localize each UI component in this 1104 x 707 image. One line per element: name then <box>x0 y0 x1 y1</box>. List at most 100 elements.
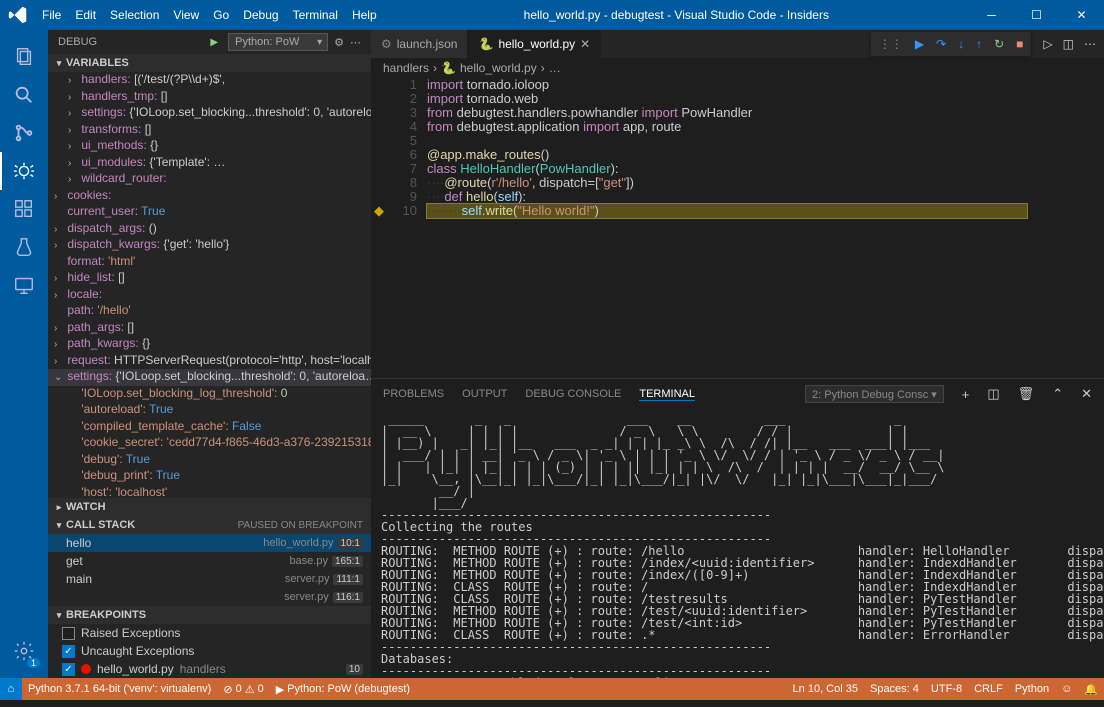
variable-row[interactable]: › wildcard_router: <box>48 171 371 188</box>
test-icon[interactable] <box>0 228 48 266</box>
editor-content[interactable]: import tornado.ioloop import tornado.web… <box>427 78 1104 378</box>
close-panel-icon[interactable]: ✕ <box>1081 386 1092 402</box>
variable-row[interactable]: current_user: True <box>48 204 371 221</box>
menu-selection[interactable]: Selection <box>103 8 166 22</box>
menu-help[interactable]: Help <box>345 8 384 22</box>
variable-row[interactable]: › ui_methods: {} <box>48 138 371 155</box>
breakpoint-file[interactable]: ✓hello_world.pyhandlers10 <box>48 660 371 678</box>
variable-row[interactable]: › ui_modules: {'Template': … <box>48 155 371 172</box>
variable-row[interactable]: › cookies: <box>48 188 371 205</box>
menu-file[interactable]: File <box>35 8 68 22</box>
step-over-icon[interactable]: ↷ <box>936 37 946 51</box>
panel-tab-debug-console[interactable]: DEBUG CONSOLE <box>525 388 621 400</box>
trash-icon[interactable]: 🗑 <box>1018 386 1035 402</box>
status-problems[interactable]: ⊘0⚠0 <box>217 683 269 696</box>
explorer-icon[interactable] <box>0 38 48 76</box>
new-terminal-icon[interactable]: + <box>962 387 970 402</box>
callstack-frame[interactable]: server.py116:1 <box>48 588 371 606</box>
scm-icon[interactable] <box>0 114 48 152</box>
maximize-panel-icon[interactable]: ⌃ <box>1052 386 1063 402</box>
variable-row[interactable]: › locale: <box>48 287 371 304</box>
continue-icon[interactable]: ▶ <box>915 37 924 51</box>
variable-row[interactable]: › handlers: [('/test/(?P\\d+)$', <box>48 72 371 89</box>
feedback-icon[interactable]: ☺ <box>1055 683 1078 695</box>
panel-tab-problems[interactable]: PROBLEMS <box>383 388 444 400</box>
variable-row[interactable]: › dispatch_kwargs: {'get': 'hello'} <box>48 237 371 254</box>
close-tab-icon[interactable]: ✕ <box>580 37 590 51</box>
callstack-frame[interactable]: hellohello_world.py10:1 <box>48 534 371 552</box>
variable-row[interactable]: 'debug_print': True <box>48 468 371 485</box>
terminal-select[interactable]: 2: Python Debug Consc ▾ <box>805 385 944 403</box>
panel-tab-output[interactable]: OUTPUT <box>462 388 507 400</box>
variable-row[interactable]: › settings: {'IOLoop.set_blocking...thre… <box>48 105 371 122</box>
maximize-icon[interactable]: ☐ <box>1014 8 1059 22</box>
menu-go[interactable]: Go <box>206 8 236 22</box>
split-icon[interactable]: ◫ <box>1063 37 1074 51</box>
gear-icon[interactable]: ⚙ <box>334 36 344 49</box>
extensions-icon[interactable] <box>0 190 48 228</box>
callstack-section[interactable]: CALL STACK <box>66 519 238 531</box>
start-debug-icon[interactable]: ▶ <box>210 37 218 48</box>
variable-row[interactable]: 'debug': True <box>48 452 371 469</box>
debug-icon[interactable] <box>0 152 48 190</box>
breakpoint-uncaught[interactable]: ✓Uncaught Exceptions <box>48 642 371 660</box>
remote-icon[interactable] <box>0 266 48 304</box>
terminal-output[interactable]: _____ _ _ ___ __ ___ _ | __ \ | | | | / … <box>371 409 1104 678</box>
menu-terminal[interactable]: Terminal <box>286 8 345 22</box>
split-terminal-icon[interactable]: ◫ <box>987 386 999 402</box>
stop-icon[interactable]: ■ <box>1016 37 1023 51</box>
menu-debug[interactable]: Debug <box>236 8 285 22</box>
variable-row[interactable]: 'compiled_template_cache': False <box>48 419 371 436</box>
variable-row[interactable]: › path_kwargs: {} <box>48 336 371 353</box>
expand-icon[interactable]: ▸ <box>52 502 66 513</box>
tab-launch-json[interactable]: ⚙launch.json <box>371 30 468 58</box>
variables-section[interactable]: VARIABLES <box>66 57 371 69</box>
status-python[interactable]: Python 3.7.1 64-bit ('venv': virtualenv) <box>22 683 217 695</box>
more-icon[interactable]: ⋯ <box>1084 37 1096 51</box>
remote-status-icon[interactable]: ⌂ <box>0 678 22 700</box>
variable-row[interactable]: › transforms: [] <box>48 122 371 139</box>
collapse-icon[interactable]: ▾ <box>52 610 66 621</box>
status-ln[interactable]: Ln 10, Col 35 <box>787 683 864 695</box>
status-debug[interactable]: ▶Python: PoW (debugtest) <box>270 683 416 696</box>
close-icon[interactable]: ✕ <box>1059 8 1104 22</box>
status-eol[interactable]: CRLF <box>968 683 1009 695</box>
variable-row[interactable]: › hide_list: [] <box>48 270 371 287</box>
tab-hello_world-py[interactable]: 🐍hello_world.py✕ <box>468 30 601 58</box>
step-into-icon[interactable]: ↓ <box>958 37 964 51</box>
variable-row[interactable]: 'autoreload': True <box>48 402 371 419</box>
variable-row[interactable]: › path_args: [] <box>48 320 371 337</box>
variable-row[interactable]: › dispatch_args: () <box>48 221 371 238</box>
breakpoint-raised[interactable]: Raised Exceptions <box>48 624 371 642</box>
variable-row[interactable]: path: '/hello' <box>48 303 371 320</box>
menu-view[interactable]: View <box>166 8 206 22</box>
variable-row[interactable]: › handlers_tmp: [] <box>48 89 371 106</box>
variable-row[interactable]: 'IOLoop.set_blocking_log_threshold': 0 <box>48 386 371 403</box>
menu-edit[interactable]: Edit <box>68 8 103 22</box>
status-enc[interactable]: UTF-8 <box>925 683 968 695</box>
variable-row[interactable]: 'host': 'localhost' <box>48 485 371 499</box>
step-out-icon[interactable]: ↑ <box>976 37 982 51</box>
collapse-icon[interactable]: ▾ <box>52 520 66 531</box>
restart-icon[interactable]: ↻ <box>994 37 1004 51</box>
callstack-frame[interactable]: getbase.py165:1 <box>48 552 371 570</box>
gear-icon[interactable]: 1 <box>0 632 48 670</box>
variable-row[interactable]: 'cookie_secret': 'cedd77d4-f865-46d3-a37… <box>48 435 371 452</box>
variable-row[interactable]: format: 'html' <box>48 254 371 271</box>
breadcrumb[interactable]: handlers› 🐍hello_world.py› … <box>371 58 1104 78</box>
panel-tab-terminal[interactable]: TERMINAL <box>639 388 695 401</box>
status-lang[interactable]: Python <box>1009 683 1055 695</box>
search-icon[interactable] <box>0 76 48 114</box>
watch-section[interactable]: WATCH <box>66 501 371 513</box>
debug-config-select[interactable]: Python: PoW <box>228 33 328 51</box>
callstack-frame[interactable]: mainserver.py111:1 <box>48 570 371 588</box>
variable-row[interactable]: › request: HTTPServerRequest(protocol='h… <box>48 353 371 370</box>
collapse-icon[interactable]: ▾ <box>52 58 66 69</box>
bell-icon[interactable]: 🔔 <box>1078 683 1104 696</box>
variable-row[interactable]: ⌄ settings: {'IOLoop.set_blocking...thre… <box>48 369 371 386</box>
status-spaces[interactable]: Spaces: 4 <box>864 683 925 695</box>
more-icon[interactable]: ⋯ <box>350 36 361 49</box>
run-icon[interactable]: ▷ <box>1043 37 1052 51</box>
drag-handle-icon[interactable]: ⋮⋮ <box>879 37 903 51</box>
minimize-icon[interactable]: ─ <box>969 8 1014 22</box>
